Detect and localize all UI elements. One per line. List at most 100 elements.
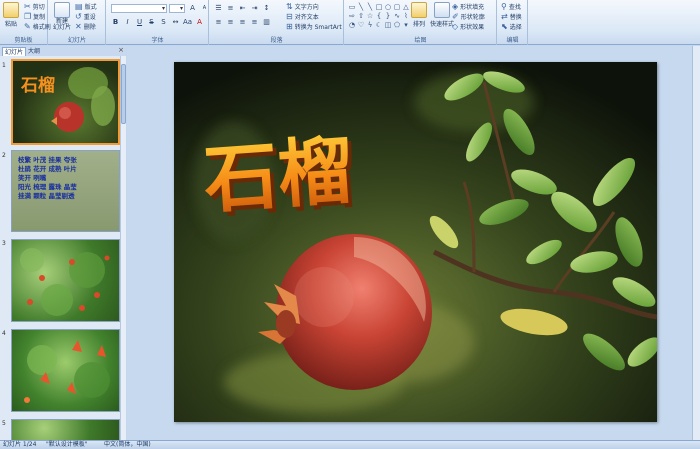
rectangle-shape-icon[interactable]: □ <box>375 3 383 11</box>
slide-thumbnail-1[interactable]: 石榴 <box>11 59 120 145</box>
clipboard-group: 粘贴 ✂ 剪切 ❐ 复制 ✎ 格式刷 剪贴板 <box>0 0 51 45</box>
decrease-indent-icon[interactable]: ⇤ <box>238 4 247 13</box>
star-shape-icon[interactable]: ☆ <box>366 12 374 20</box>
shape-effects-button[interactable]: ◇ 形状效果 <box>452 22 484 31</box>
tab-slides[interactable]: 幻灯片 <box>2 47 27 56</box>
slide-editor: 石榴 石榴 <box>127 46 700 440</box>
new-slide-icon <box>54 2 70 18</box>
editing-group-label: 编辑 <box>506 37 519 44</box>
new-slide-label: 新建 幻灯片 <box>53 18 72 31</box>
shape-fill-label: 形状填充 <box>460 4 485 11</box>
font-size-combo[interactable]: ▾ <box>169 4 185 13</box>
heart-shape-icon[interactable]: ♡ <box>357 21 365 29</box>
delete-slide-button[interactable]: ✕ 删除 <box>75 22 96 31</box>
brace-shape-icon[interactable]: { <box>375 12 383 20</box>
shape-fill-button[interactable]: ◈ 形状填充 <box>452 2 484 11</box>
arrange-button[interactable]: 排列 <box>411 2 427 28</box>
effects-icon: ◇ <box>452 21 459 31</box>
bullets-icon[interactable]: ☰ <box>214 4 223 13</box>
increase-indent-icon[interactable]: ⇥ <box>250 4 259 13</box>
text-direction-icon: ⇅ <box>286 1 293 11</box>
shrink-font-icon[interactable]: A <box>200 4 209 13</box>
copy-icon: ❐ <box>24 11 32 21</box>
select-button[interactable]: ⬉ 选择 <box>501 22 522 31</box>
align-text-icon: ⊟ <box>286 11 293 21</box>
moon-shape-icon[interactable]: ☾ <box>375 21 383 29</box>
pentagon-shape-icon[interactable]: ⬠ <box>393 21 401 29</box>
textbox-shape-icon[interactable]: ▭ <box>348 3 356 11</box>
slide-editor-scrollbar[interactable] <box>692 46 700 440</box>
align-left-icon[interactable]: ≡ <box>214 18 223 27</box>
grow-font-icon[interactable]: A <box>188 4 197 13</box>
status-bar: 幻灯片 1/24 "默认设计模板" 中文(简体，中国) <box>0 440 700 449</box>
pane-tabs: 幻灯片 大纲 × <box>0 46 126 56</box>
find-label: 查找 <box>508 4 521 11</box>
slide-3-art <box>20 248 110 316</box>
select-label: 选择 <box>509 24 522 31</box>
format-painter-button[interactable]: ✎ 格式刷 <box>24 22 51 31</box>
underline-icon[interactable]: U <box>135 18 144 27</box>
slide-thumbnail-3[interactable] <box>11 239 120 322</box>
binoculars-icon: ⚲ <box>501 1 507 11</box>
spacing-icon[interactable]: ↔ <box>171 18 180 27</box>
paragraph-group-label: 段落 <box>270 37 283 44</box>
callout-shape-icon[interactable]: ◔ <box>348 21 356 29</box>
justify-icon[interactable]: ≡ <box>250 18 259 27</box>
slide-thumbnail-4[interactable] <box>11 329 120 412</box>
line-spacing-icon[interactable]: ↕ <box>262 4 271 13</box>
case-icon[interactable]: Aa <box>183 18 192 27</box>
align-text-label: 对齐文本 <box>294 14 319 21</box>
pen-icon: ✐ <box>452 11 459 21</box>
freeform-shape-icon[interactable]: ⌇ <box>402 12 410 20</box>
find-button[interactable]: ⚲ 查找 <box>501 2 521 11</box>
slides-pane-scrollbar[interactable] <box>120 56 126 440</box>
shadow-icon[interactable]: S <box>159 18 168 27</box>
slide-thumbnail-2[interactable]: 枝繁 叶茂 挂果 夸张 杜鹃 花开 成熟 叶片 笑开 咧嘴 阳光 梳理 露珠 晶… <box>11 150 120 232</box>
shape-outline-button[interactable]: ✐ 形状轮廓 <box>452 12 485 21</box>
more-shapes-icon[interactable]: ▾ <box>402 21 410 29</box>
brace-shape-icon[interactable]: } <box>384 12 392 20</box>
bold-icon[interactable]: B <box>111 18 120 27</box>
curve-shape-icon[interactable]: ∿ <box>393 12 401 20</box>
numbering-icon[interactable]: ≡ <box>226 4 235 13</box>
cube-shape-icon[interactable]: ◫ <box>384 21 392 29</box>
current-slide[interactable]: 石榴 石榴 <box>174 62 657 422</box>
reset-button[interactable]: ↺ 重设 <box>75 12 96 21</box>
lightning-shape-icon[interactable]: ϟ <box>366 21 374 29</box>
paste-button[interactable]: 粘贴 <box>3 2 19 28</box>
slides-group-label: 幻灯片 <box>67 37 86 44</box>
replace-button[interactable]: ⇄ 替换 <box>501 12 522 21</box>
slide-title[interactable]: 石榴 <box>201 128 355 224</box>
smartart-button[interactable]: ⊞ 转换为 SmartArt <box>286 22 342 31</box>
align-right-icon[interactable]: ≡ <box>238 18 247 27</box>
font-name-combo[interactable]: ▾ <box>111 4 167 13</box>
shape-effects-label: 形状效果 <box>460 24 485 31</box>
scrollbar-thumb[interactable] <box>121 64 126 124</box>
font-color-icon[interactable]: A <box>195 18 204 27</box>
layout-button[interactable]: ▤ 版式 <box>75 2 97 11</box>
arrow-shape-icon[interactable]: ⇨ <box>348 12 356 20</box>
italic-icon[interactable]: I <box>123 18 132 27</box>
close-icon[interactable]: × <box>118 46 124 54</box>
text-direction-button[interactable]: ⇅ 文字方向 <box>286 2 319 11</box>
align-text-button[interactable]: ⊟ 对齐文本 <box>286 12 319 21</box>
smartart-label: 转换为 SmartArt <box>294 24 342 31</box>
new-slide-button[interactable]: 新建 幻灯片 <box>53 2 71 31</box>
tab-outline[interactable]: 大纲 <box>26 47 42 56</box>
copy-button[interactable]: ❐ 复制 <box>24 12 45 21</box>
language-indicator[interactable]: 中文(简体，中国) <box>104 441 151 449</box>
cut-button[interactable]: ✂ 剪切 <box>24 2 45 11</box>
font-group-label: 字体 <box>151 37 164 44</box>
rounded-rectangle-shape-icon[interactable]: ▢ <box>393 3 401 11</box>
slide-thumbnail-5[interactable] <box>11 419 120 440</box>
quick-styles-button[interactable]: 快速样式 <box>430 2 454 28</box>
columns-icon[interactable]: ▥ <box>262 18 271 27</box>
arrow-shape-icon[interactable]: ⇧ <box>357 12 365 20</box>
align-center-icon[interactable]: ≡ <box>226 18 235 27</box>
line-shape-icon[interactable]: ╲ <box>357 3 365 11</box>
line-shape-icon[interactable]: ╲ <box>366 3 374 11</box>
ribbon: 粘贴 ✂ 剪切 ❐ 复制 ✎ 格式刷 剪贴板 新建 幻灯片 ▤ 版式 ↺ 重设 ✕ 删除 幻… <box>0 0 700 45</box>
oval-shape-icon[interactable]: ○ <box>384 3 392 11</box>
triangle-shape-icon[interactable]: △ <box>402 3 410 11</box>
strikethrough-icon[interactable]: S <box>147 18 156 27</box>
